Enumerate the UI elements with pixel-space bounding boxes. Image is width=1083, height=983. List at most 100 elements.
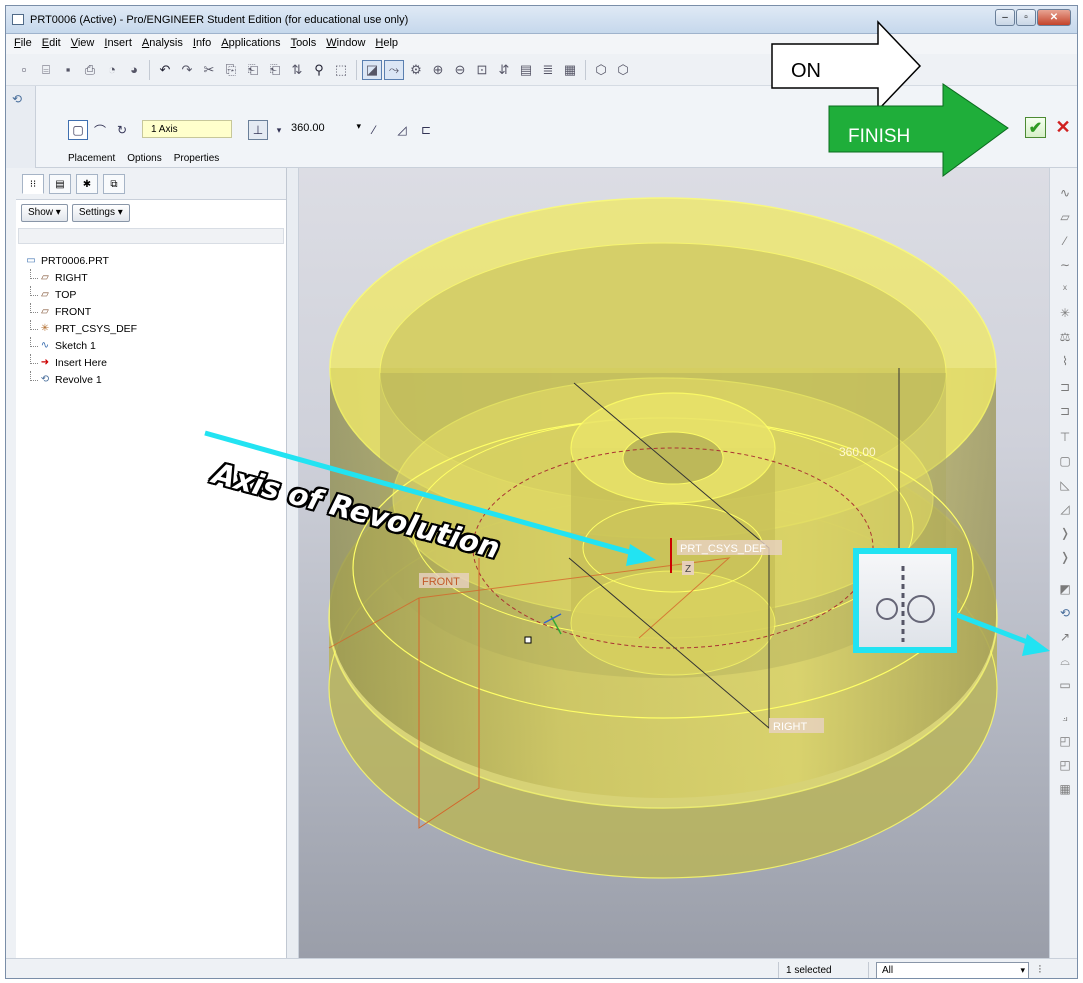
paste-special-icon[interactable]: ⎗ [265, 60, 285, 80]
hole-icon[interactable]: ⊐ [1056, 378, 1074, 396]
menu-info[interactable]: Info [189, 34, 217, 54]
settings-button[interactable]: Settings ▾ [71, 204, 130, 222]
selection-filter[interactable]: All ▾ [876, 962, 1029, 978]
find-icon[interactable]: ⚲ [309, 60, 329, 80]
remove-material-icon[interactable]: ◿ [392, 120, 412, 140]
shell-icon[interactable]: ⊐ [1056, 402, 1074, 420]
datum-axis-icon[interactable]: ⁄ [1056, 232, 1074, 250]
csys-icon[interactable]: ✳ [1056, 304, 1074, 322]
menu-applications[interactable]: Applications [217, 34, 286, 54]
tree-item[interactable]: ∿ Sketch 1 [24, 337, 137, 354]
tree-item[interactable]: ▱ TOP [24, 286, 137, 303]
zoom-out-icon[interactable]: ⊖ [450, 60, 470, 80]
tree-item[interactable]: ➜ Insert Here [24, 354, 137, 371]
print-icon[interactable]: ⎙ [80, 60, 100, 80]
draft-icon[interactable]: ▢ [1056, 452, 1074, 470]
analysis-icon[interactable]: ⚖ [1056, 328, 1074, 346]
tree-item[interactable]: ▭ PRT0006.PRT [24, 252, 137, 269]
blend-icon[interactable]: ⌓ [1056, 652, 1074, 670]
angle-option-dropdown-icon[interactable]: ▾ [269, 120, 289, 140]
chevron-down-icon[interactable]: ▾ [356, 121, 361, 132]
menu-insert[interactable]: Insert [100, 34, 138, 54]
tree-item[interactable]: ⟲ Revolve 1 [24, 371, 137, 388]
extrude-icon[interactable]: ◩ [1056, 580, 1074, 598]
folder-icon[interactable]: ▤ [49, 174, 71, 194]
repaint-icon[interactable]: ◪ [362, 59, 382, 80]
tree-item[interactable]: ▱ RIGHT [24, 269, 137, 286]
sketch-tool-icon[interactable]: ∿ [1056, 184, 1074, 202]
thicken-sketch-icon[interactable]: ⊏ [416, 120, 436, 140]
sketch-internal-icon[interactable]: ↻ [112, 120, 132, 140]
menu-file[interactable]: File [10, 34, 38, 54]
open-file-icon[interactable]: ⌸ [36, 60, 56, 80]
title-bar[interactable]: PRT0006 (Active) - Pro/ENGINEER Student … [6, 6, 1077, 34]
email-link-icon[interactable]: ◕ [124, 60, 144, 80]
hidden-line-icon[interactable]: ⬡ [613, 60, 633, 80]
orient-mode-icon[interactable]: ⚙ [406, 60, 426, 80]
solid-option-icon[interactable]: ▢ [68, 120, 88, 140]
zoom-in-icon[interactable]: ⊕ [428, 60, 448, 80]
apply-check-button[interactable]: ✔ [1025, 117, 1046, 138]
email-icon[interactable]: ◔ [102, 60, 122, 80]
boundary-icon[interactable]: ▭ [1056, 676, 1074, 694]
favorites-icon[interactable]: ✱ [76, 174, 98, 194]
menu-tools[interactable]: Tools [287, 34, 323, 54]
layers-icon[interactable]: ≣ [538, 60, 558, 80]
table-icon[interactable]: ▦ [1056, 780, 1074, 798]
trim-icon[interactable]: ◰ [1056, 732, 1074, 750]
rib-icon[interactable]: ⊤ [1056, 428, 1074, 446]
model-tree-icon[interactable]: ⁝⁝ [22, 174, 44, 194]
selection-box-icon[interactable]: ⬚ [331, 60, 351, 80]
spin-center-icon[interactable]: ⤳ [384, 59, 404, 80]
saved-views-icon[interactable]: ▤ [516, 60, 536, 80]
menu-window[interactable]: Window [322, 34, 371, 54]
datum-point-icon[interactable]: ˣ [1056, 280, 1074, 298]
reorient-icon[interactable]: ⇵ [494, 60, 514, 80]
merge-icon[interactable]: ⟓ [1056, 708, 1074, 726]
pattern-icon[interactable]: ❭ [1056, 524, 1074, 542]
minimize-button[interactable]: – [995, 9, 1015, 26]
angle-combo[interactable]: 360.00 ▾ [291, 120, 361, 138]
menu-view[interactable]: View [67, 34, 101, 54]
axis-collector[interactable]: 1 Axis [142, 120, 232, 138]
tree-item[interactable]: ▱ FRONT [24, 303, 137, 320]
undo-icon[interactable]: ↶ [155, 60, 175, 80]
sweep-icon[interactable]: ↗ [1056, 628, 1074, 646]
tab-properties[interactable]: Properties [174, 153, 220, 164]
copy-icon[interactable]: ⎘ [221, 60, 241, 80]
layers-icon[interactable]: ⧉ [103, 174, 125, 194]
flip-direction-icon[interactable]: ⁄ [364, 120, 384, 140]
refit-icon[interactable]: ⊡ [472, 60, 492, 80]
regenerate-icon[interactable]: ⇅ [287, 60, 307, 80]
menu-edit[interactable]: Edit [38, 34, 67, 54]
mirror-icon[interactable]: ❭ [1056, 548, 1074, 566]
panel-splitter[interactable] [287, 168, 299, 958]
wireframe-icon[interactable]: ⬡ [591, 60, 611, 80]
close-button[interactable]: ✕ [1037, 9, 1071, 26]
show-button[interactable]: Show ▾ [21, 204, 68, 222]
sketch-view-icon[interactable]: ⌇ [1056, 352, 1074, 370]
chamfer-icon[interactable]: ◿ [1056, 500, 1074, 518]
tree-filter-field[interactable] [18, 228, 284, 244]
surface-option-icon[interactable]: ⌒ [90, 120, 110, 140]
new-file-icon[interactable]: ▫ [14, 60, 34, 80]
offset-icon[interactable]: ◰ [1056, 756, 1074, 774]
datum-plane-icon[interactable]: ▱ [1056, 208, 1074, 226]
redo-icon[interactable]: ↷ [177, 60, 197, 80]
tab-placement[interactable]: Placement [68, 153, 115, 164]
chevron-down-icon[interactable]: ▾ [1020, 965, 1025, 976]
menu-analysis[interactable]: Analysis [138, 34, 189, 54]
save-icon[interactable]: ▪ [58, 60, 78, 80]
paste-icon[interactable]: ⎗ [243, 60, 263, 80]
cancel-x-button[interactable]: ✕ [1053, 117, 1073, 138]
maximize-button[interactable]: ▫ [1016, 9, 1036, 26]
revolve-tool-icon[interactable]: ⟲ [1056, 604, 1074, 622]
angle-option-icon[interactable]: ⊥ [248, 120, 268, 140]
view-manager-icon[interactable]: ▦ [560, 60, 580, 80]
tree-item[interactable]: ✳ PRT_CSYS_DEF [24, 320, 137, 337]
menu-help[interactable]: Help [371, 34, 404, 54]
cut-icon[interactable]: ✂ [199, 60, 219, 80]
tab-options[interactable]: Options [127, 153, 161, 164]
round-icon[interactable]: ◺ [1056, 476, 1074, 494]
datum-curve-icon[interactable]: ∼ [1056, 256, 1074, 274]
